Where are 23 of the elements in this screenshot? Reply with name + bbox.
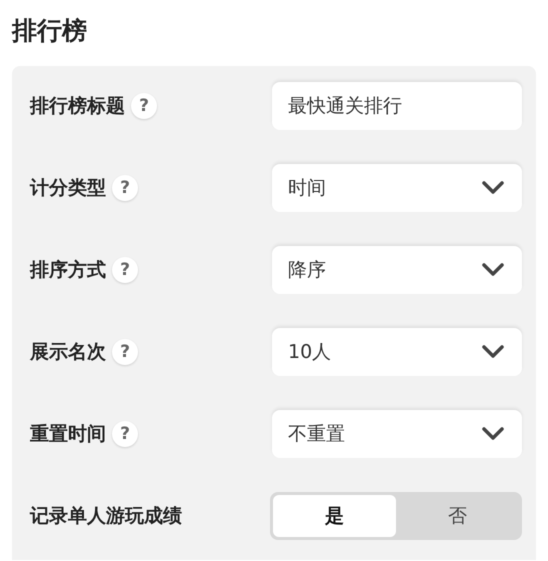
segment-option[interactable]: 是 bbox=[273, 495, 396, 537]
select-field[interactable]: 时间 bbox=[272, 164, 522, 212]
help-icon[interactable]: ? bbox=[112, 421, 138, 447]
select-field[interactable]: 降序 bbox=[272, 246, 522, 294]
field-label: 重置时间 bbox=[30, 422, 106, 447]
chevron-down-icon bbox=[482, 263, 504, 277]
field-label: 计分类型 bbox=[30, 176, 106, 201]
field-label: 排行榜标题 bbox=[30, 94, 125, 119]
section-title: 排行榜 bbox=[12, 15, 88, 47]
chevron-down-icon bbox=[482, 427, 504, 441]
chevron-down-icon bbox=[482, 345, 504, 359]
chevron-down-icon bbox=[482, 181, 504, 195]
select-field[interactable]: 不重置 bbox=[272, 410, 522, 458]
segment-option[interactable]: 否 bbox=[396, 495, 519, 537]
help-icon[interactable]: ? bbox=[131, 93, 157, 119]
text-field[interactable]: 最快通关排行 bbox=[272, 82, 522, 130]
select-field[interactable]: 10人 bbox=[272, 328, 522, 376]
help-icon[interactable]: ? bbox=[112, 257, 138, 283]
help-icon[interactable]: ? bbox=[112, 339, 138, 365]
field-label: 展示名次 bbox=[30, 340, 106, 365]
help-icon[interactable]: ? bbox=[112, 175, 138, 201]
field-label: 排序方式 bbox=[30, 258, 106, 283]
field-label: 记录单人游玩成绩 bbox=[30, 504, 182, 529]
